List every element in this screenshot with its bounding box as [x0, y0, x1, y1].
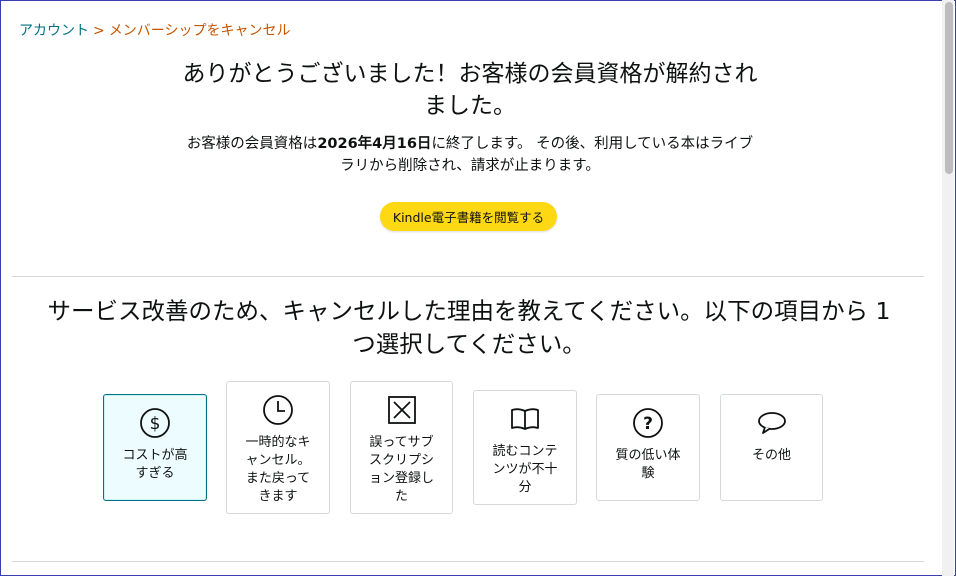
breadcrumb-separator: >	[93, 23, 105, 39]
reason-option-label: 読むコンテ ンツが不十 分	[492, 444, 558, 495]
end-message-prefix: お客様の会員資格は	[186, 136, 318, 152]
reason-option-content[interactable]: 読むコンテ ンツが不十 分	[473, 390, 577, 505]
page-title-line2: ました。	[424, 93, 516, 119]
clock-icon	[262, 394, 294, 426]
end-date: 2026年4月16日	[317, 136, 432, 152]
breadcrumb-account-link[interactable]: アカウント	[19, 23, 89, 39]
reason-option-label: その他	[751, 448, 791, 463]
survey-question-line2: つ選択してください。	[352, 330, 586, 358]
dollar-circle-icon: $	[139, 407, 171, 439]
scrollbar-thumb[interactable]	[945, 2, 953, 174]
svg-text:?: ?	[643, 414, 653, 434]
reason-option-quality[interactable]: ? 質の低い体 験	[596, 394, 700, 501]
membership-end-message: お客様の会員資格は2026年4月16日に終了します。 その後、利用している本はラ…	[150, 133, 790, 177]
reason-option-cost[interactable]: $ コストが高 すぎる	[103, 394, 207, 501]
reason-option-accidental[interactable]: 誤ってサブ スクリプシ ョン登録し た	[350, 381, 453, 514]
section-divider	[12, 276, 924, 277]
survey-question-line1: サービス改善のため、キャンセルした理由を教えてください。以下の項目から 1	[47, 297, 891, 325]
speech-bubble-icon	[756, 407, 788, 439]
question-circle-icon: ?	[632, 407, 664, 439]
book-icon	[509, 403, 541, 435]
svg-text:$: $	[150, 414, 161, 434]
page-title: ありがとうございました！お客様の会員資格が解約され ました。	[150, 58, 790, 122]
reason-option-label: 質の低い体 験	[615, 448, 681, 481]
bottom-divider	[12, 561, 924, 562]
end-message-middle: に終了します。 その後、利用している本はライブ	[431, 136, 754, 152]
x-box-icon	[386, 394, 418, 426]
reason-option-other[interactable]: その他	[720, 394, 823, 501]
end-message-line2: ラリから削除され、請求が止まります。	[340, 158, 600, 174]
survey-question: サービス改善のため、キャンセルした理由を教えてください。以下の項目から 1 つ選…	[14, 295, 924, 361]
browse-kindle-books-button[interactable]: Kindle電子書籍を閲覧する	[380, 202, 557, 231]
reason-option-label: 一時的なキ ャンセル。 また戻って きます	[245, 435, 311, 504]
page-title-line1: ありがとうございました！お客様の会員資格が解約され	[182, 61, 758, 87]
breadcrumb: アカウント > メンバーシップをキャンセル	[19, 20, 290, 40]
reason-option-label: コストが高 すぎる	[122, 448, 188, 481]
reason-option-label: 誤ってサブ スクリプシ ョン登録し た	[368, 435, 434, 504]
reason-option-temporary[interactable]: 一時的なキ ャンセル。 また戻って きます	[226, 381, 330, 514]
breadcrumb-current: メンバーシップをキャンセル	[108, 23, 291, 39]
